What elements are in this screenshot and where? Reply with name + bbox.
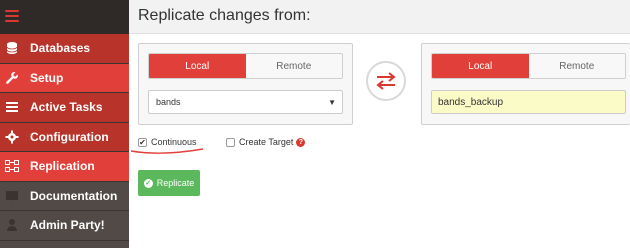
- create-target-label: Create Target: [239, 137, 294, 147]
- user-icon: [7, 219, 17, 231]
- sidebar-item-setup[interactable]: Setup: [0, 63, 129, 93]
- sidebar-item-admin-party[interactable]: Admin Party!: [0, 211, 129, 241]
- sidebar-item-databases[interactable]: Databases: [0, 34, 129, 64]
- sidebar-item-configuration[interactable]: Configuration: [0, 122, 129, 152]
- source-type-tabs: Local Remote: [148, 53, 343, 79]
- source-tab-remote[interactable]: Remote: [246, 54, 343, 78]
- target-tab-remote[interactable]: Remote: [529, 54, 626, 78]
- page-header: Replicate changes from:: [129, 0, 630, 34]
- sidebar-item-label: Databases: [30, 41, 91, 56]
- sidebar-item-label: Admin Party!: [30, 218, 105, 233]
- source-database-select[interactable]: bands ▼: [148, 90, 343, 114]
- red-underline-annotation: [130, 148, 204, 154]
- target-tab-local[interactable]: Local: [432, 54, 529, 78]
- target-type-tabs: Local Remote: [431, 53, 626, 79]
- tasks-icon: [6, 102, 18, 112]
- swap-arrows-icon: [376, 72, 396, 90]
- check-circle-icon: ✓: [143, 178, 153, 188]
- sidebar-item-replication[interactable]: Replication: [0, 152, 129, 182]
- source-tab-local[interactable]: Local: [149, 54, 246, 78]
- sidebar-item-label: Setup: [30, 70, 64, 85]
- question-circle-icon[interactable]: ?: [296, 137, 306, 147]
- sidebar: Databases Setup Active Tasks Configurati…: [0, 0, 129, 248]
- sidebar-item-label: Documentation: [30, 188, 118, 203]
- database-icon: [6, 42, 18, 54]
- replicate-button-label: Replicate: [156, 178, 195, 188]
- create-target-checkbox[interactable]: [226, 137, 235, 147]
- replication-icon: [5, 160, 19, 172]
- sidebar-item-label: Active Tasks: [30, 100, 103, 115]
- replicate-button[interactable]: ✓ Replicate: [138, 170, 200, 196]
- sidebar-item-label: Configuration: [30, 129, 109, 144]
- target-panel: Local Remote bands_backup: [421, 43, 630, 125]
- gear-icon: [5, 130, 19, 143]
- menu-icon[interactable]: [5, 10, 19, 22]
- sidebar-header: [0, 0, 129, 34]
- sidebar-item-documentation[interactable]: Documentation: [0, 181, 129, 211]
- target-database-input[interactable]: bands_backup: [431, 90, 626, 114]
- swap-direction-button[interactable]: [366, 61, 406, 101]
- source-database-value: bands: [156, 97, 181, 107]
- replication-form: Local Remote bands ▼ Local Remote bands_…: [129, 34, 630, 248]
- sidebar-item-active-tasks[interactable]: Active Tasks: [0, 93, 129, 123]
- source-panel: Local Remote bands ▼: [138, 43, 353, 125]
- wrench-icon: [6, 71, 18, 84]
- book-icon: [6, 190, 18, 201]
- sidebar-item-label: Replication: [30, 159, 95, 174]
- create-target-option[interactable]: Create Target ?: [226, 137, 306, 147]
- caret-down-icon: ▼: [328, 98, 336, 107]
- page-title: Replicate changes from:: [138, 7, 311, 24]
